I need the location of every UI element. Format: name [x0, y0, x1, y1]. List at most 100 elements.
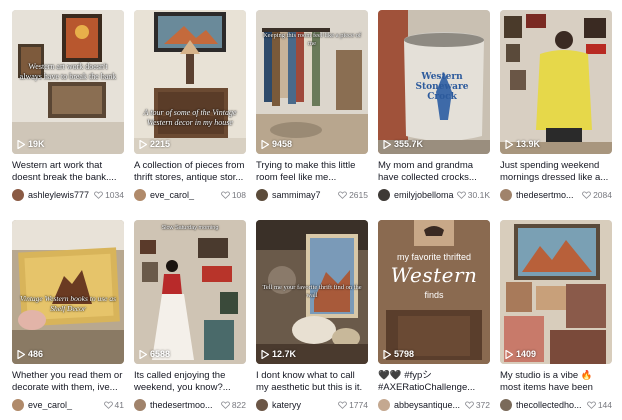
video-card[interactable]: A tour of some of the Vintage Western de… — [134, 10, 246, 206]
heart-outline-icon — [586, 401, 596, 409]
video-caption[interactable]: My mom and grandma have collected crocks… — [378, 160, 490, 184]
heart-outline-icon — [94, 191, 103, 199]
thumbnail-image — [134, 220, 246, 364]
like-count: 41 — [103, 400, 124, 410]
play-icon — [505, 139, 513, 149]
like-count: 372 — [464, 400, 490, 410]
video-meta: eve_carol_ 41 — [12, 398, 124, 412]
play-icon — [17, 139, 25, 149]
view-count: 1409 — [505, 349, 536, 359]
video-thumbnail[interactable]: 13.9K — [500, 10, 612, 154]
view-count-value: 19K — [28, 139, 45, 149]
view-count-value: 9458 — [272, 139, 293, 149]
video-card[interactable]: 1409 My studio is a vibe 🔥 most items ha… — [500, 220, 612, 416]
author-name[interactable]: thedesertmoo... — [150, 400, 221, 410]
video-grid: Western art work doesn't always have to … — [12, 10, 612, 416]
view-count-value: 13.9K — [516, 139, 541, 149]
thumbnail-image — [12, 220, 124, 364]
like-count: 1774 — [338, 400, 368, 410]
author-name[interactable]: abbeysantique... — [394, 400, 465, 410]
avatar[interactable] — [134, 399, 146, 411]
video-card[interactable]: 13.9K Just spending weekend mornings dre… — [500, 10, 612, 206]
video-thumbnail[interactable]: Keeping this room feel like a piece of m… — [256, 10, 368, 154]
play-icon — [261, 349, 269, 359]
like-count: 1034 — [94, 190, 124, 200]
view-count: 19K — [17, 139, 45, 149]
video-caption[interactable]: Its called enjoying the weekend, you kno… — [134, 370, 246, 394]
video-card[interactable]: Western Stoneware Crock 355.7K My mom an… — [378, 10, 490, 206]
video-thumbnail[interactable]: Western Stoneware Crock 355.7K — [378, 10, 490, 154]
thumbnail-overlay-text: Tell me your favorite thrift find on the… — [262, 284, 362, 299]
play-icon — [505, 349, 513, 359]
view-count: 2215 — [139, 139, 170, 149]
video-thumbnail[interactable]: Tell me your favorite thrift find on the… — [256, 220, 368, 364]
video-card[interactable]: Western art work doesn't always have to … — [12, 10, 124, 206]
heart-outline-icon — [582, 191, 591, 199]
heart-outline-icon — [338, 401, 347, 409]
video-card[interactable]: Tell me your favorite thrift find on the… — [256, 220, 368, 416]
thumbnail-overlay-text: Western art work doesn't always have to … — [19, 62, 117, 81]
author-name[interactable]: emilyjobelloma — [394, 190, 457, 200]
avatar[interactable] — [500, 399, 512, 411]
video-card[interactable]: my favorite thrifted Western finds 5798 … — [378, 220, 490, 416]
like-count: 30.1K — [456, 190, 490, 200]
video-caption[interactable]: My studio is a vibe 🔥 most items have be… — [500, 370, 612, 394]
play-icon — [383, 139, 391, 149]
view-count: 9458 — [261, 139, 292, 149]
author-name[interactable]: kateryy — [272, 400, 338, 410]
video-caption[interactable]: Trying to make this little room feel lik… — [256, 160, 368, 184]
like-count-value: 372 — [475, 400, 490, 410]
author-name[interactable]: thecollectedho... — [516, 400, 587, 410]
video-thumbnail[interactable]: 1409 — [500, 220, 612, 364]
thumbnail-overlay-title: Western — [390, 263, 478, 287]
avatar[interactable] — [12, 189, 24, 201]
author-name[interactable]: eve_carol_ — [28, 400, 104, 410]
author-name[interactable]: sammimay7 — [272, 190, 338, 200]
heart-outline-icon — [220, 191, 230, 199]
video-caption[interactable]: A collection of pieces from thrift store… — [134, 160, 246, 184]
like-count-value: 108 — [231, 190, 246, 200]
avatar[interactable] — [378, 399, 390, 411]
thumbnail-overlay-text: Slow Saturday morning — [161, 225, 219, 231]
view-count-value: 6588 — [150, 349, 171, 359]
avatar[interactable] — [134, 189, 146, 201]
video-thumbnail[interactable]: Slow Saturday morning 6588 — [134, 220, 246, 364]
like-count: 108 — [220, 190, 246, 200]
video-caption[interactable]: I dont know what to call my aesthetic bu… — [256, 370, 368, 394]
video-card[interactable]: Vintage Western books to use as Shelf De… — [12, 220, 124, 416]
like-count-value: 1034 — [105, 190, 124, 200]
avatar[interactable] — [256, 189, 268, 201]
heart-outline-icon — [103, 401, 113, 409]
author-name[interactable]: ashleylewis777 — [28, 190, 94, 200]
video-card[interactable]: Slow Saturday morning 6588 Its called en… — [134, 220, 246, 416]
view-count-value: 5798 — [394, 349, 415, 359]
video-caption[interactable]: Just spending weekend mornings dressed l… — [500, 160, 612, 184]
video-caption[interactable]: Whether you read them or decorate with t… — [12, 370, 124, 394]
author-name[interactable]: eve_carol_ — [150, 190, 221, 200]
like-count-value: 41 — [114, 400, 124, 410]
video-meta: ashleylewis777 1034 — [12, 188, 124, 202]
video-thumbnail[interactable]: my favorite thrifted Western finds 5798 — [378, 220, 490, 364]
video-meta: sammimay7 2615 — [256, 188, 368, 202]
avatar[interactable] — [378, 189, 390, 201]
video-caption[interactable]: Western art work that doesnt break the b… — [12, 160, 124, 184]
video-meta: kateryy 1774 — [256, 398, 368, 412]
avatar[interactable] — [256, 399, 268, 411]
video-thumbnail[interactable]: Vintage Western books to use as Shelf De… — [12, 220, 124, 364]
thumbnail-overlay-text: A tour of some of the Vintage Western de… — [143, 108, 237, 127]
thumbnail-overlay-sub: finds — [424, 290, 444, 300]
video-meta: thedesertmoo... 822 — [134, 398, 246, 412]
heart-outline-icon — [456, 191, 466, 199]
view-count-value: 1409 — [516, 349, 537, 359]
video-caption[interactable]: 🖤🖤 #fypシ #AXERatioChallenge... — [378, 370, 490, 394]
thumbnail-image — [12, 10, 124, 154]
avatar[interactable] — [500, 189, 512, 201]
author-name[interactable]: thedesertmo... — [516, 190, 582, 200]
view-count: 6588 — [139, 349, 170, 359]
video-thumbnail[interactable]: A tour of some of the Vintage Western de… — [134, 10, 246, 154]
video-thumbnail[interactable]: Western art work doesn't always have to … — [12, 10, 124, 154]
play-icon — [17, 349, 25, 359]
video-card[interactable]: Keeping this room feel like a piece of m… — [256, 10, 368, 206]
avatar[interactable] — [12, 399, 24, 411]
video-meta: eve_carol_ 108 — [134, 188, 246, 202]
